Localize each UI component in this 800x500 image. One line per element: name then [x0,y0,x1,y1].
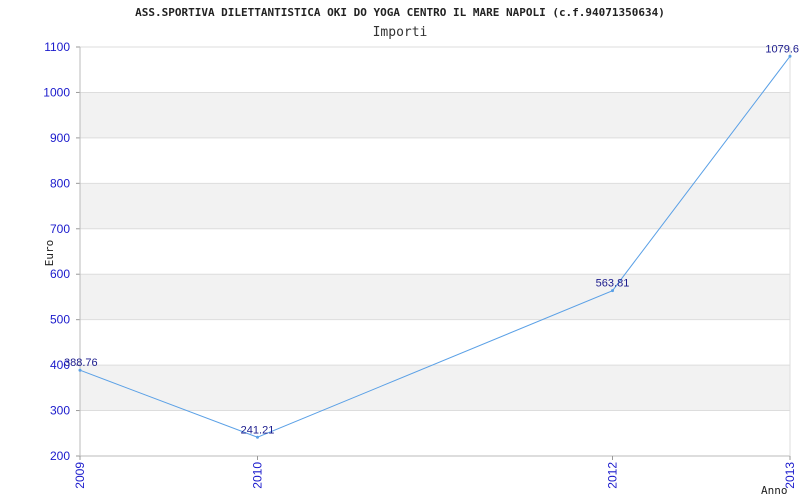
grid-band [80,92,790,138]
x-axis-label: Anno [761,484,788,497]
y-tick-label: 600 [50,267,70,281]
grid-band [80,274,790,320]
y-tick-label: 1000 [43,85,70,99]
x-tick-label: 2012 [606,462,620,489]
y-tick-label: 300 [50,404,70,418]
data-label: 563.81 [596,278,630,290]
y-axis-label: Euro [43,240,56,267]
y-tick-label: 800 [50,176,70,190]
line-chart: 20030040050060070080090010001100 2009 201… [43,40,799,497]
grid-band [80,365,790,411]
y-tick-label: 1100 [44,40,70,54]
y-tick-label: 500 [50,313,70,327]
grid-band [80,183,790,229]
y-tick-label: 200 [50,449,70,463]
data-label: 1079.6 [765,43,799,55]
y-tick-label: 900 [50,131,70,145]
x-tick-label: 2010 [251,462,265,489]
data-label: 241.21 [241,424,275,436]
x-tick-label: 2009 [73,462,87,489]
data-label: 388.76 [64,357,98,369]
y-tick-label: 700 [50,222,70,236]
